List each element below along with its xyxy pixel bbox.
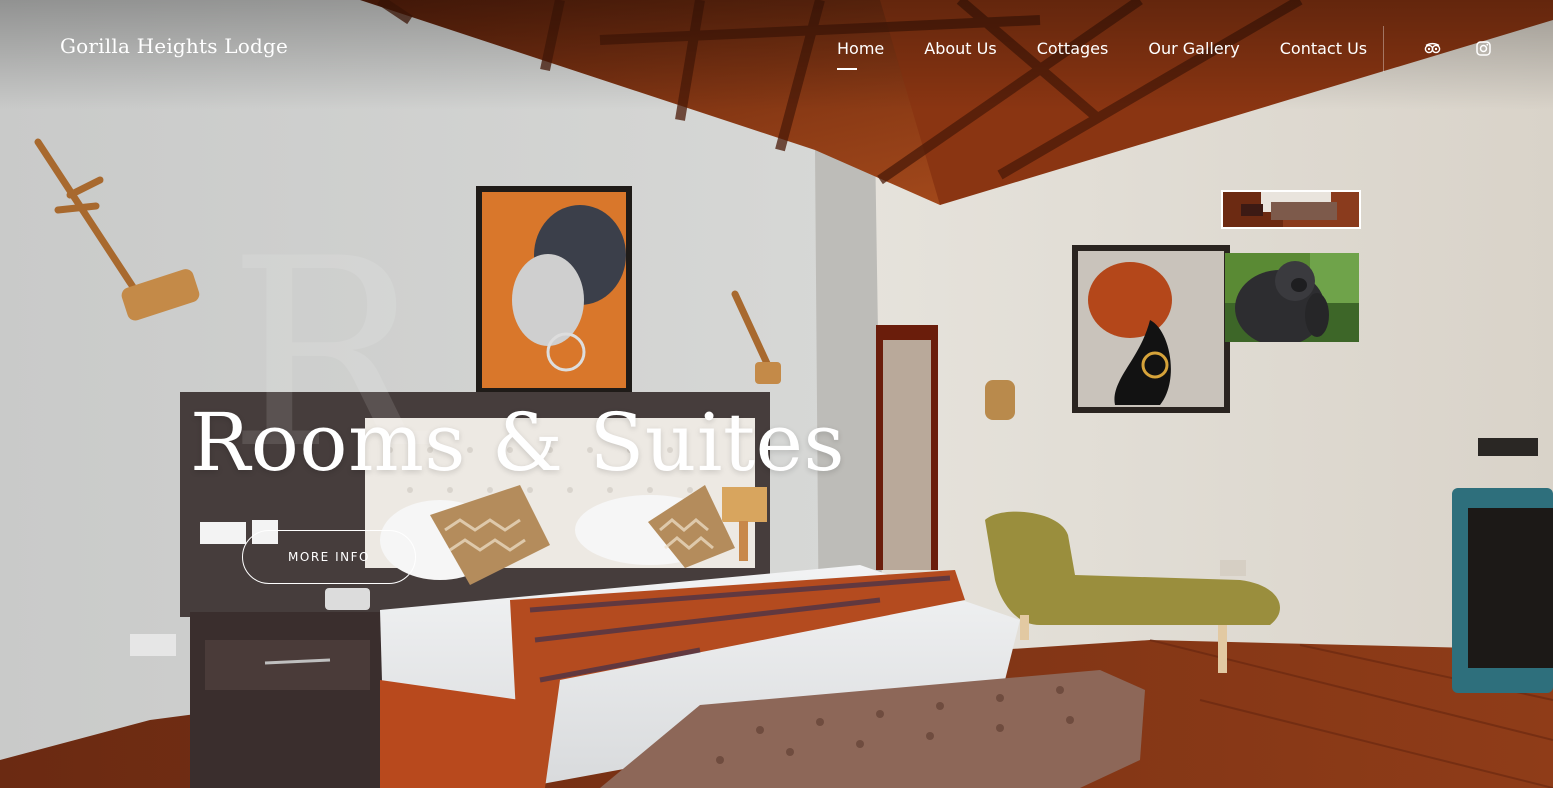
more-info-button[interactable]: MORE INFO: [242, 530, 416, 584]
nav-item-our-gallery[interactable]: Our Gallery: [1148, 38, 1239, 60]
social-links: [1424, 40, 1492, 57]
hero-section: Gorilla Heights Lodge Home About Us Cott…: [0, 0, 1553, 788]
nav-item-about-us[interactable]: About Us: [924, 38, 996, 60]
instagram-icon[interactable]: [1475, 40, 1492, 57]
gorilla-thumbnail[interactable]: [1225, 253, 1359, 342]
nav-item-contact-us[interactable]: Contact Us: [1280, 38, 1367, 60]
bedroom-thumbnail[interactable]: [1221, 190, 1361, 229]
header-divider: [1383, 26, 1384, 72]
site-logo-text[interactable]: Gorilla Heights Lodge: [60, 34, 288, 58]
nav-item-cottages[interactable]: Cottages: [1037, 38, 1109, 60]
nav-item-home[interactable]: Home: [837, 38, 884, 70]
tripadvisor-icon[interactable]: [1424, 40, 1441, 57]
hero-title: Rooms & Suites: [190, 396, 846, 489]
main-navigation: Home About Us Cottages Our Gallery Conta…: [837, 38, 1407, 70]
